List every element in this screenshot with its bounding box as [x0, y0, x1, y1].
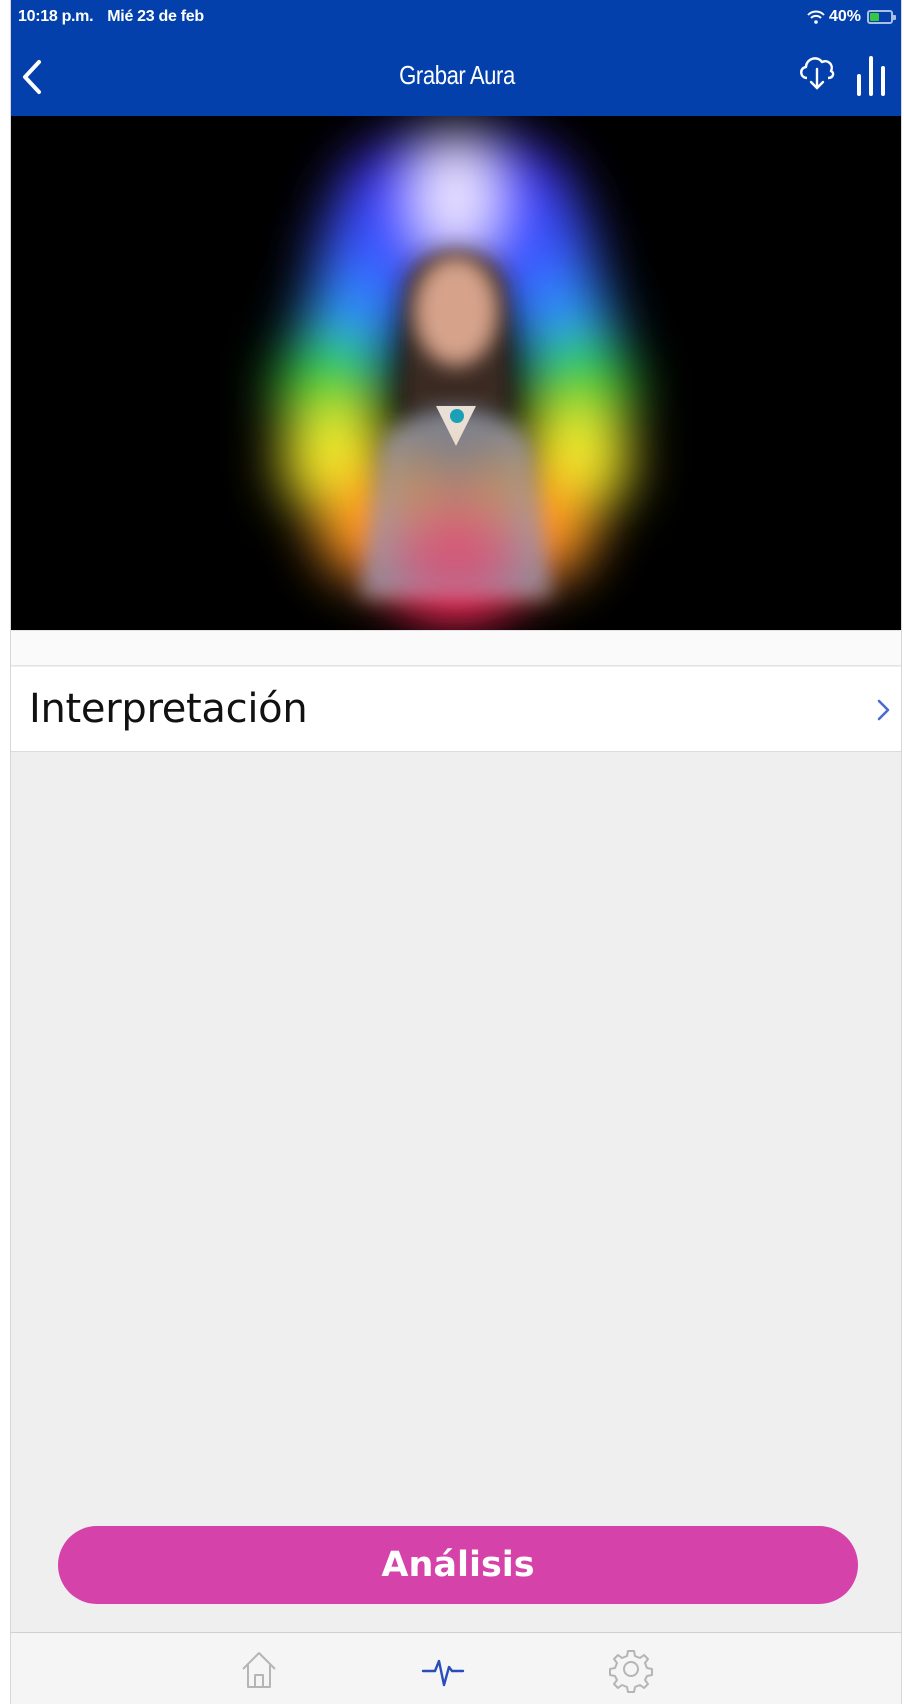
battery-icon [867, 10, 896, 24]
section-spacer [11, 630, 901, 666]
tab-analysis[interactable] [419, 1643, 467, 1695]
cloud-download-button[interactable] [795, 50, 839, 94]
interpretation-label: Interpretación [29, 686, 308, 732]
back-button[interactable] [15, 54, 49, 100]
battery-percentage: 40% [828, 8, 861, 25]
aura-preview [11, 116, 901, 630]
tab-bar [11, 1632, 901, 1704]
chevron-left-icon [23, 60, 41, 94]
home-icon [242, 1652, 276, 1688]
interpretation-row[interactable]: Interpretación [11, 667, 901, 752]
chevron-right-icon [877, 699, 890, 721]
status-date: Mié 23 de feb [107, 8, 204, 25]
tab-home[interactable] [235, 1643, 283, 1695]
wifi-icon [807, 10, 825, 24]
cloud-download-icon [800, 57, 835, 90]
status-bar: 10:18 p.m. Mié 23 de feb [18, 8, 204, 26]
heartbeat-icon [421, 1659, 465, 1687]
app-screen: 10:18 p.m. Mié 23 de feb 40% Grabar Aura [10, 0, 902, 1704]
analysis-button[interactable]: Análisis [58, 1526, 858, 1604]
equalizer-bars-icon [857, 56, 885, 96]
tab-settings[interactable] [607, 1643, 655, 1695]
status-time: 10:18 p.m. [18, 8, 94, 25]
status-indicators: 40% [807, 8, 896, 26]
gear-icon [609, 1650, 653, 1693]
page-title: Grabar Aura [399, 60, 515, 90]
top-navigation-bar: 10:18 p.m. Mié 23 de feb 40% Grabar Aura [11, 0, 901, 116]
equalizer-button[interactable] [851, 52, 895, 100]
aura-image [11, 116, 901, 630]
